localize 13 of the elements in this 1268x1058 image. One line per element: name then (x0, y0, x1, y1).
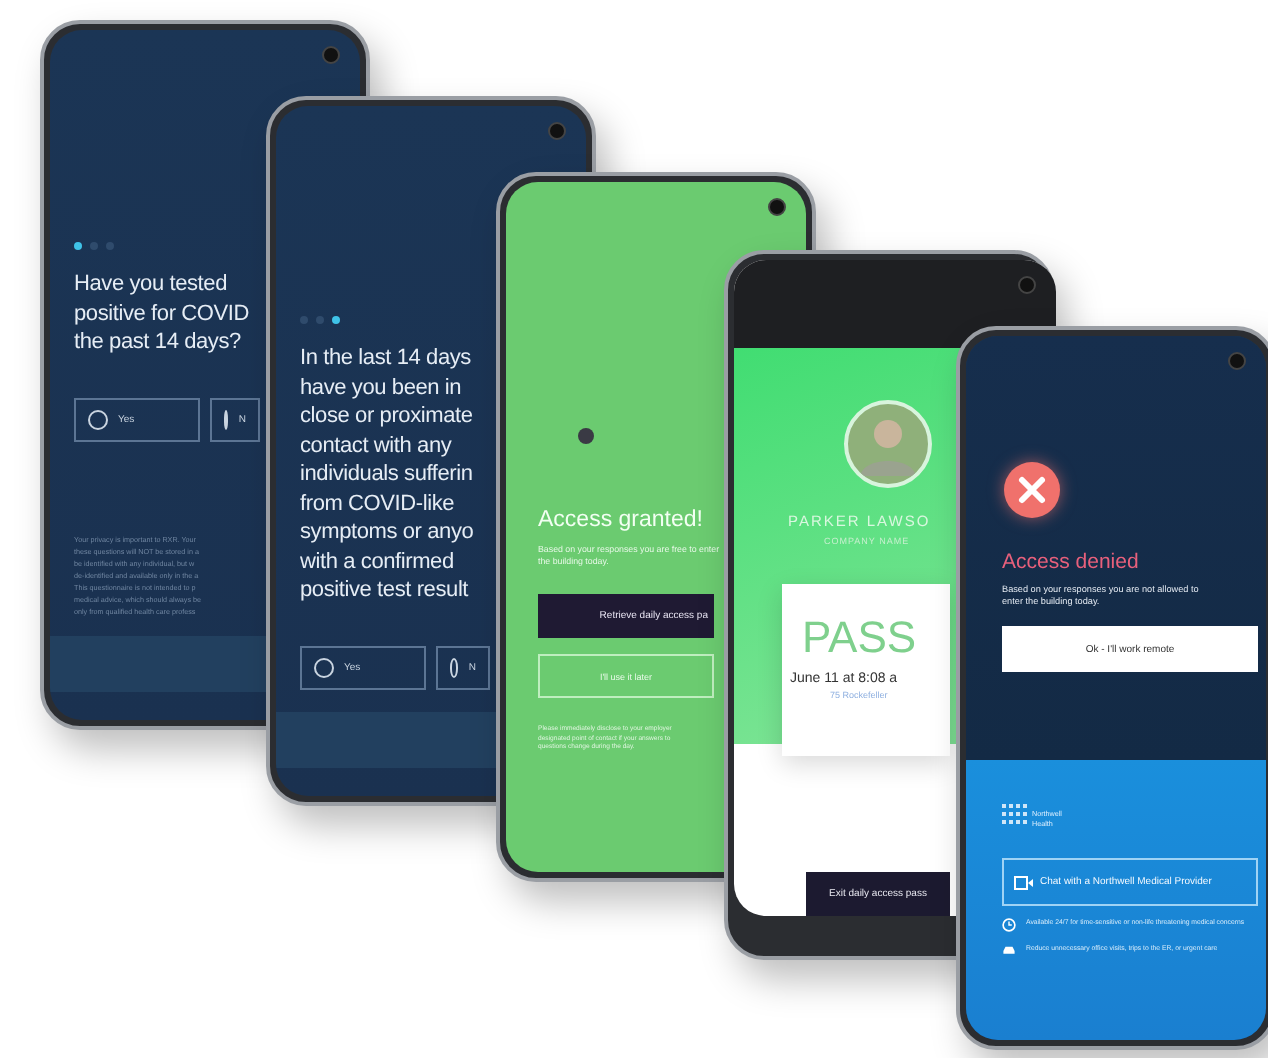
camera-icon (548, 122, 566, 140)
clock-icon (1002, 918, 1016, 932)
dot-icon (578, 428, 594, 444)
question-text: In the last 14 days have you been in close or proximate contact with any individuals sufferin from COVID-like symptoms or anyo with a confirmed positive test result (300, 344, 474, 605)
close-circle-icon (1002, 460, 1062, 520)
question-text: Have you tested positive for COVID the past 14 days? (74, 270, 249, 357)
logo-icon (1002, 804, 1030, 828)
video-icon (1014, 875, 1034, 889)
camera-icon (322, 46, 340, 64)
camera-icon (768, 198, 786, 216)
pass-label: PASS (802, 612, 917, 664)
access-title: Access denied (1002, 550, 1139, 574)
access-title: Access granted! (538, 508, 703, 532)
